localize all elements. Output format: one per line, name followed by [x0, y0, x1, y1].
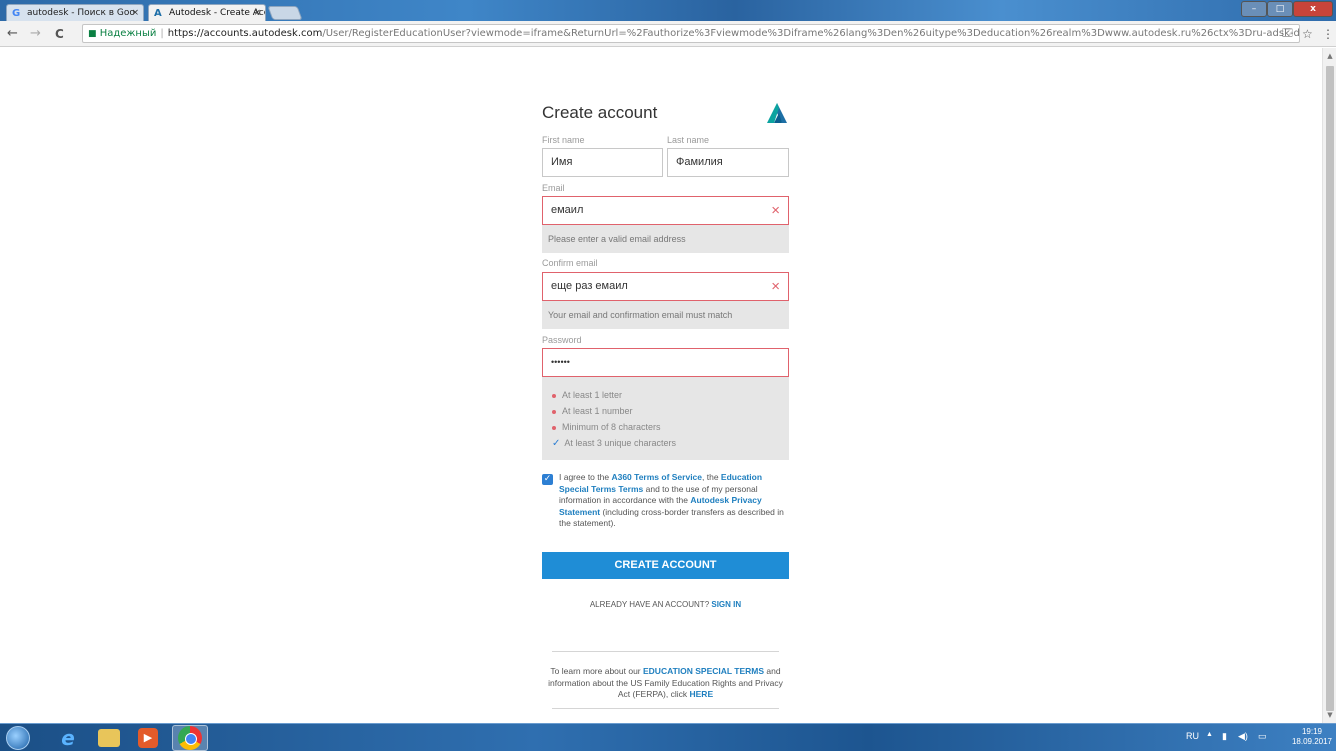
address-separator: | [160, 28, 164, 39]
email-error-message: Please enter a valid email address [542, 225, 789, 253]
browser-menu-icon[interactable]: ⋮ [1322, 25, 1334, 43]
error-dot-icon [552, 425, 556, 430]
scroll-up-arrow-icon[interactable]: ▲ [1323, 50, 1336, 62]
scroll-down-arrow-icon[interactable]: ▼ [1323, 709, 1336, 721]
google-icon: G [12, 8, 21, 19]
confirm-email-field[interactable]: еще раз емаил × [542, 272, 789, 301]
tab-title: Autodesk - Create Accou [169, 8, 265, 18]
divider [552, 651, 779, 652]
tab-autodesk-create-account[interactable]: A Autodesk - Create Accou × [148, 4, 266, 21]
confirm-email-label: Confirm email [542, 258, 598, 268]
tab-close-icon[interactable]: × [253, 5, 261, 21]
sign-in-prompt: ALREADY HAVE AN ACCOUNT? SIGN IN [589, 600, 742, 609]
clock-date: 18.09.2017 [1291, 737, 1333, 746]
first-name-label: First name [542, 135, 585, 145]
education-special-terms-footer-link[interactable]: EDUCATION SPECIAL TERMS [643, 666, 764, 676]
email-label: Email [542, 183, 565, 193]
page-title: Create account [542, 103, 658, 122]
url-path: /User/RegisterEducationUser?viewmode=ifr… [322, 28, 1300, 39]
window-maximize-button[interactable]: □ [1267, 1, 1293, 17]
last-name-field[interactable]: Фамилия [667, 148, 789, 177]
password-rule-fail: At least 1 letter [552, 390, 622, 400]
terms-checkbox[interactable]: ✓ [542, 474, 553, 485]
system-clock[interactable]: 19:19 18.09.2017 [1290, 727, 1334, 747]
file-explorer-icon[interactable] [98, 729, 120, 747]
reload-icon[interactable]: C [55, 25, 64, 43]
lock-icon: ■ [88, 29, 97, 39]
here-link[interactable]: HERE [690, 689, 714, 699]
language-indicator[interactable]: RU [1186, 731, 1199, 741]
autodesk-logo-icon [767, 103, 787, 123]
page-scrollbar[interactable]: ▲ ▼ [1322, 48, 1336, 723]
email-field[interactable]: емаил × [542, 196, 789, 225]
email-error-icon[interactable]: × [771, 197, 780, 224]
password-label: Password [542, 335, 582, 345]
secure-label: Надежный [99, 28, 157, 39]
back-arrow-icon[interactable]: ← [7, 25, 18, 43]
password-field[interactable]: •••••• [542, 348, 789, 377]
windows-taskbar: e ▶ RU ▲ ▮ ◀) ▭ 19:19 18.09.2017 [0, 723, 1336, 751]
password-rule-fail: Minimum of 8 characters [552, 422, 661, 432]
create-account-button[interactable]: CREATE ACCOUNT [542, 552, 789, 579]
confirm-email-value: еще раз емаил [551, 280, 628, 292]
error-dot-icon [552, 393, 556, 398]
browser-toolbar: ← → C ■ Надежный | https://accounts.autode… [0, 21, 1336, 47]
divider [552, 708, 779, 709]
clock-time: 19:19 [1301, 727, 1323, 736]
scroll-thumb[interactable] [1326, 66, 1334, 711]
password-rule-fail: At least 1 number [552, 406, 633, 416]
window-close-button[interactable]: x [1293, 1, 1333, 17]
browser-tab-strip: G autodesk - Поиск в Goo × A Autodesk - … [0, 0, 1336, 21]
education-terms-footer: To learn more about our EDUCATION SPECIA… [548, 666, 783, 699]
window-minimize-button[interactable]: – [1241, 1, 1267, 17]
a360-terms-link[interactable]: A360 Terms of Service [611, 472, 702, 482]
sign-in-link[interactable]: SIGN IN [711, 600, 741, 609]
email-value: емаил [551, 204, 584, 216]
checkmark-icon: ✓ [552, 438, 561, 449]
notification-icon[interactable]: ▭ [1258, 731, 1267, 742]
password-value: •••••• [551, 357, 570, 367]
first-name-value: Имя [551, 156, 573, 168]
start-button-icon[interactable] [6, 726, 30, 750]
tray-expand-icon[interactable]: ▲ [1206, 731, 1213, 738]
autodesk-icon: A [154, 8, 162, 19]
chrome-taskbar-icon[interactable] [178, 726, 202, 750]
address-bar[interactable]: ■ Надежный | https://accounts.autodesk.com… [82, 24, 1300, 43]
first-name-field[interactable]: Имя [542, 148, 663, 177]
confirm-email-error-icon[interactable]: × [771, 273, 780, 300]
confirm-email-error-message: Your email and confirmation email must m… [542, 301, 789, 329]
last-name-value: Фамилия [676, 156, 723, 168]
error-dot-icon [552, 409, 556, 414]
terms-text: I agree to the A360 Terms of Service, th… [559, 472, 784, 528]
new-tab-button[interactable] [267, 6, 303, 20]
last-name-label: Last name [667, 135, 710, 145]
password-rule-pass: ✓ At least 3 unique characters [552, 438, 676, 449]
internet-explorer-icon[interactable]: e [56, 726, 80, 750]
tab-close-icon[interactable]: × [131, 5, 139, 21]
forward-arrow-icon[interactable]: → [30, 25, 41, 43]
tab-title: autodesk - Поиск в Goo [27, 8, 135, 18]
tab-google-search[interactable]: G autodesk - Поиск в Goo × [6, 4, 144, 21]
network-icon[interactable]: ▮ [1222, 731, 1227, 742]
volume-icon[interactable]: ◀) [1238, 731, 1248, 742]
media-player-icon[interactable]: ▶ [138, 728, 158, 748]
bookmark-star-icon[interactable]: ☆ [1302, 25, 1313, 43]
url-host: https://accounts.autodesk.com [167, 28, 323, 39]
translate-icon[interactable]: 🗔 [1282, 25, 1293, 43]
